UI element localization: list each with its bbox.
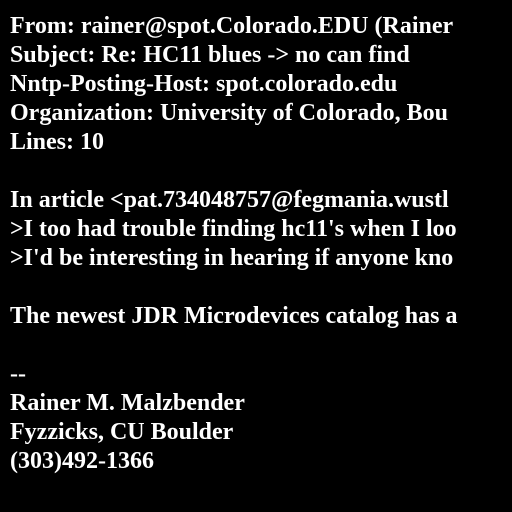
body-quote-line: >I'd be interesting in hearing if anyone… (10, 245, 454, 271)
header-nntp-host: Nntp-Posting-Host: spot.colorado.edu (10, 71, 398, 97)
body-reply-text: The newest JDR Microdevices catalog has … (10, 303, 458, 329)
header-lines: Lines: 10 (10, 129, 105, 155)
signature-name: Rainer M. Malzbender (10, 390, 245, 416)
signature-phone: (303)492-1366 (10, 448, 154, 474)
signature-affiliation: Fyzzicks, CU Boulder (10, 419, 234, 445)
news-article-view: From: rainer@spot.Colorado.EDU (Rainer S… (0, 0, 512, 512)
body-attribution: In article <pat.734048757@fegmania.wustl (10, 187, 449, 213)
body-quote-line: >I too had trouble finding hc11's when I… (10, 216, 457, 242)
header-from: From: rainer@spot.Colorado.EDU (Rainer (10, 13, 454, 39)
header-organization: Organization: University of Colorado, Bo… (10, 100, 448, 126)
signature-separator: -- (10, 361, 26, 387)
header-subject: Subject: Re: HC11 blues -> no can find (10, 42, 410, 68)
